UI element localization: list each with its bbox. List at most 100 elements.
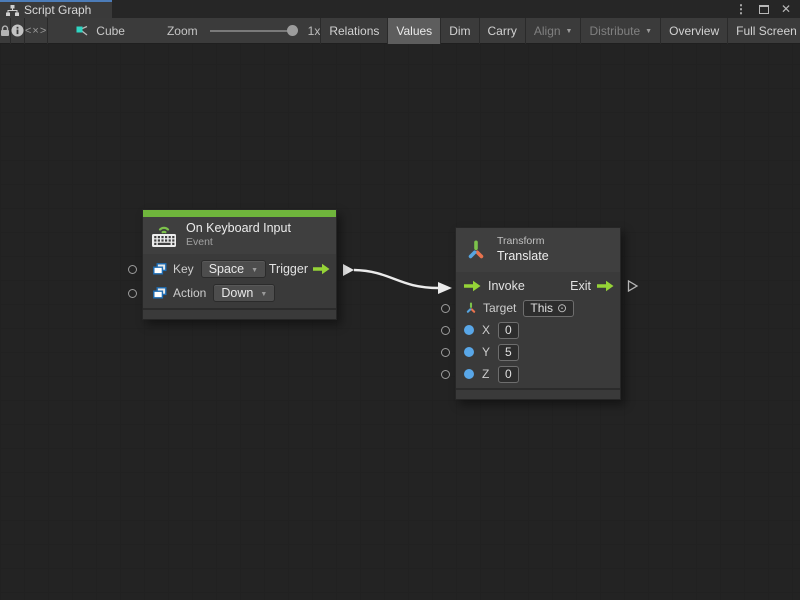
z-port[interactable]: [441, 370, 450, 379]
exit-flow-arrow-icon[interactable]: [597, 280, 614, 292]
y-value-field[interactable]: 5: [498, 344, 519, 361]
relations-label: Relations: [329, 24, 379, 38]
distribute-button[interactable]: Distribute ▼: [580, 18, 660, 44]
zoom-label: Zoom: [167, 24, 198, 38]
action-input-port[interactable]: [128, 289, 137, 298]
zoom-value: 1x: [308, 24, 321, 38]
overview-label: Overview: [669, 24, 719, 38]
event-node-header[interactable]: On Keyboard Input Event: [143, 217, 336, 254]
transform-icon: [464, 238, 488, 262]
window-controls: ⋮ ✕: [735, 0, 800, 18]
keyboard-icon: [151, 224, 177, 248]
graph-node-icon: [76, 25, 89, 37]
lock-button[interactable]: [0, 18, 11, 44]
z-row: Z 0: [456, 363, 620, 385]
maximize-icon[interactable]: [759, 5, 769, 14]
script-graph-window: { "window": { "tab": "Script Graph" }, "…: [0, 0, 800, 600]
invoke-row: Invoke Exit: [456, 275, 620, 297]
x-row: X 0: [456, 319, 620, 341]
unit-node-titles: Transform Translate: [497, 235, 549, 264]
invoke-label: Invoke: [488, 279, 525, 293]
zoom-slider-handle[interactable]: [287, 25, 298, 36]
dim-button[interactable]: Dim: [440, 18, 478, 44]
connection-wire[interactable]: [0, 44, 800, 600]
view-buttons: Relations Values Dim Carry Align ▼ Distr…: [320, 18, 800, 44]
unit-node-footer: [456, 390, 620, 399]
graph-toolbar: <×> Cube Zoom 1x Relations Values Dim Ca…: [0, 18, 800, 44]
event-node-title: On Keyboard Input: [186, 221, 291, 237]
key-input-port[interactable]: [128, 265, 137, 274]
event-node-titles: On Keyboard Input Event: [186, 221, 291, 250]
y-port[interactable]: [441, 348, 450, 357]
action-dropdown-value: Down: [221, 286, 253, 300]
key-label: Key: [173, 262, 194, 276]
relations-button[interactable]: Relations: [320, 18, 387, 44]
unit-node-title: Translate: [497, 249, 549, 265]
graph-hierarchy-icon: [6, 5, 19, 16]
distribute-label: Distribute: [589, 24, 640, 38]
x-value: 0: [505, 323, 512, 337]
lock-icon: [0, 25, 10, 37]
wire-arrowhead: [438, 282, 452, 294]
chevron-down-icon: ▼: [260, 289, 267, 298]
window-menu-icon[interactable]: ⋮: [735, 2, 747, 16]
carry-button[interactable]: Carry: [479, 18, 525, 44]
chevron-down-icon: ▼: [251, 265, 258, 274]
info-button[interactable]: [11, 18, 25, 44]
chevron-down-icon: ▼: [645, 26, 652, 35]
x-value-field[interactable]: 0: [498, 322, 519, 339]
graph-reference[interactable]: Cube: [76, 24, 125, 38]
target-value: This: [530, 301, 553, 315]
x-port[interactable]: [441, 326, 450, 335]
align-button[interactable]: Align ▼: [525, 18, 581, 44]
key-input-row: Key Space ▼ Trigger: [143, 258, 336, 280]
trigger-flow-arrow-icon[interactable]: [313, 263, 330, 275]
values-label: Values: [396, 24, 432, 38]
invoke-flow-arrow-icon[interactable]: [464, 280, 481, 292]
number-value-icon: [464, 369, 474, 379]
target-label: Target: [483, 301, 516, 315]
y-value: 5: [505, 345, 512, 359]
number-value-icon: [464, 325, 474, 335]
tab-title: Script Graph: [24, 3, 91, 17]
values-button[interactable]: Values: [387, 18, 440, 44]
unit-node-transform-translate[interactable]: Transform Translate Invoke Exit: [455, 227, 621, 400]
close-icon[interactable]: ✕: [781, 2, 791, 16]
target-row: Target This ⊙: [456, 297, 620, 319]
literal-value-icon: [153, 287, 167, 299]
wire-path: [354, 270, 439, 288]
trigger-label: Trigger: [269, 262, 308, 276]
align-label: Align: [534, 24, 561, 38]
chevron-down-icon: ▼: [566, 26, 573, 35]
event-node-footer: [143, 310, 336, 319]
code-view-button[interactable]: <×>: [25, 18, 48, 44]
graph-name: Cube: [96, 24, 125, 38]
event-node-body: Key Space ▼ Trigger Action: [143, 254, 336, 308]
target-port[interactable]: [441, 304, 450, 313]
key-dropdown-value: Space: [209, 262, 244, 276]
y-label: Y: [482, 345, 492, 359]
unit-node-body: Invoke Exit Target This: [456, 272, 620, 388]
exit-port-triangle[interactable]: [627, 280, 639, 292]
tab-script-graph[interactable]: Script Graph: [0, 0, 112, 18]
target-value-field[interactable]: This ⊙: [523, 300, 574, 317]
carry-label: Carry: [488, 24, 517, 38]
zoom-slider[interactable]: [210, 30, 296, 32]
z-value-field[interactable]: 0: [498, 366, 519, 383]
transform-mini-icon: [464, 301, 478, 315]
code-icon: <×>: [25, 25, 47, 37]
exit-label: Exit: [570, 279, 591, 293]
x-label: X: [482, 323, 492, 337]
key-dropdown[interactable]: Space ▼: [201, 260, 266, 278]
action-dropdown[interactable]: Down ▼: [213, 284, 275, 302]
event-node-subtitle: Event: [186, 236, 291, 250]
dim-label: Dim: [449, 24, 470, 38]
overview-button[interactable]: Overview: [660, 18, 727, 44]
full-screen-button[interactable]: Full Screen: [727, 18, 800, 44]
event-node-on-keyboard-input[interactable]: On Keyboard Input Event Key Space ▼ Trig…: [142, 209, 337, 320]
full-screen-label: Full Screen: [736, 24, 797, 38]
y-row: Y 5: [456, 341, 620, 363]
event-accent-bar: [143, 210, 336, 217]
graph-canvas[interactable]: On Keyboard Input Event Key Space ▼ Trig…: [0, 44, 800, 600]
unit-node-header[interactable]: Transform Translate: [456, 228, 620, 272]
